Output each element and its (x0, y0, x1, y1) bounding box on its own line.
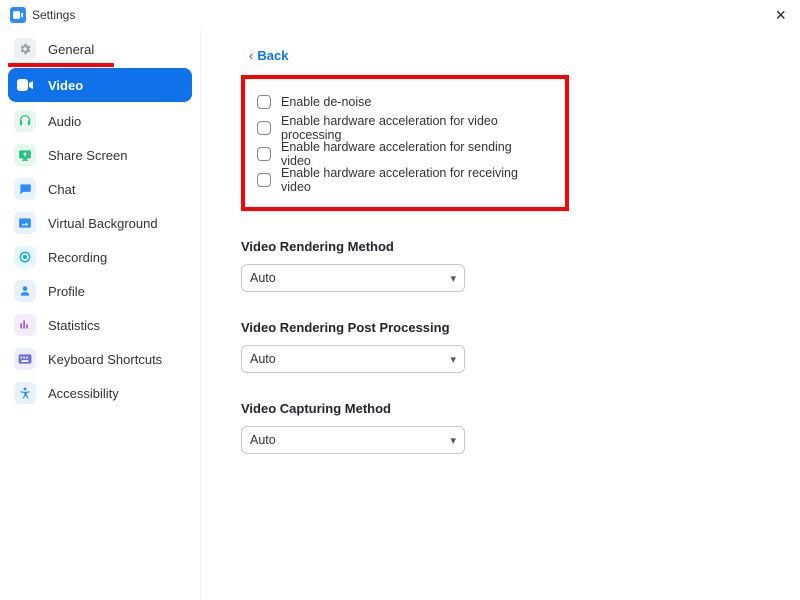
sidebar-item-profile[interactable]: Profile (0, 274, 200, 308)
chevron-left-icon: ‹ (249, 48, 253, 63)
select-value: Auto (250, 352, 276, 366)
section-title-capturing: Video Capturing Method (241, 401, 780, 416)
sidebar-item-label: Recording (48, 250, 107, 265)
checkbox-label: Enable de-noise (281, 95, 371, 109)
checkbox-hw-processing[interactable]: Enable hardware acceleration for video p… (257, 115, 525, 141)
sidebar-item-label: General (48, 42, 94, 57)
sidebar-item-label: Virtual Background (48, 216, 158, 231)
section-title-rendering: Video Rendering Method (241, 239, 780, 254)
checkbox-hw-sending[interactable]: Enable hardware acceleration for sending… (257, 141, 525, 167)
sidebar-item-recording[interactable]: Recording (0, 240, 200, 274)
content-pane: ‹ Back Enable de-noise Enable hardware a… (200, 30, 800, 600)
window-title: Settings (32, 8, 75, 22)
annotation-highlight-box: Enable de-noise Enable hardware accelera… (241, 75, 569, 211)
select-rendering-method[interactable]: Auto ▾ (241, 264, 465, 292)
close-button[interactable]: × (771, 6, 790, 24)
keyboard-icon (14, 348, 36, 370)
sidebar-item-label: Share Screen (48, 148, 128, 163)
sidebar-item-label: Audio (48, 114, 81, 129)
sidebar-item-accessibility[interactable]: Accessibility (0, 376, 200, 410)
image-icon (14, 212, 36, 234)
back-label: Back (257, 48, 288, 63)
select-capturing-method[interactable]: Auto ▾ (241, 426, 465, 454)
share-screen-icon (14, 144, 36, 166)
sidebar-item-label: Keyboard Shortcuts (48, 352, 162, 367)
sidebar-item-virtual-background[interactable]: Virtual Background (0, 206, 200, 240)
sidebar-item-keyboard-shortcuts[interactable]: Keyboard Shortcuts (0, 342, 200, 376)
titlebar: Settings × (0, 0, 800, 30)
sidebar-item-chat[interactable]: Chat (0, 172, 200, 206)
checkbox-label: Enable hardware acceleration for video p… (281, 114, 525, 142)
app-icon (10, 7, 26, 23)
sidebar-item-share-screen[interactable]: Share Screen (0, 138, 200, 172)
record-icon (14, 246, 36, 268)
window-body: General Video Audio Share Screen (0, 30, 800, 600)
video-icon (14, 74, 36, 96)
sidebar-item-label: Chat (48, 182, 75, 197)
checkbox-icon (257, 95, 271, 109)
sidebar-item-statistics[interactable]: Statistics (0, 308, 200, 342)
chevron-down-icon: ▾ (450, 434, 456, 447)
back-link[interactable]: ‹ Back (249, 48, 288, 63)
settings-window: Settings × General Video A (0, 0, 800, 600)
sidebar-item-video[interactable]: Video (8, 68, 192, 102)
gear-icon (14, 38, 36, 60)
sidebar-item-label: Accessibility (48, 386, 119, 401)
section-title-post-processing: Video Rendering Post Processing (241, 320, 780, 335)
sidebar-item-general[interactable]: General (0, 32, 200, 66)
checkbox-label: Enable hardware acceleration for receivi… (281, 166, 525, 194)
accessibility-icon (14, 382, 36, 404)
chevron-down-icon: ▾ (450, 272, 456, 285)
sidebar-item-label: Profile (48, 284, 85, 299)
select-post-processing[interactable]: Auto ▾ (241, 345, 465, 373)
sidebar: General Video Audio Share Screen (0, 30, 200, 600)
sidebar-item-label: Video (48, 78, 83, 93)
select-value: Auto (250, 433, 276, 447)
sidebar-item-label: Statistics (48, 318, 100, 333)
user-icon (14, 280, 36, 302)
checkbox-denoise[interactable]: Enable de-noise (257, 89, 525, 115)
annotation-underline (8, 63, 114, 67)
select-value: Auto (250, 271, 276, 285)
checkbox-icon (257, 147, 271, 161)
checkbox-icon (257, 121, 271, 135)
headphones-icon (14, 110, 36, 132)
checkbox-icon (257, 173, 271, 187)
checkbox-label: Enable hardware acceleration for sending… (281, 140, 525, 168)
chevron-down-icon: ▾ (450, 353, 456, 366)
sidebar-item-audio[interactable]: Audio (0, 104, 200, 138)
chat-icon (14, 178, 36, 200)
chart-icon (14, 314, 36, 336)
checkbox-hw-receiving[interactable]: Enable hardware acceleration for receivi… (257, 167, 525, 193)
